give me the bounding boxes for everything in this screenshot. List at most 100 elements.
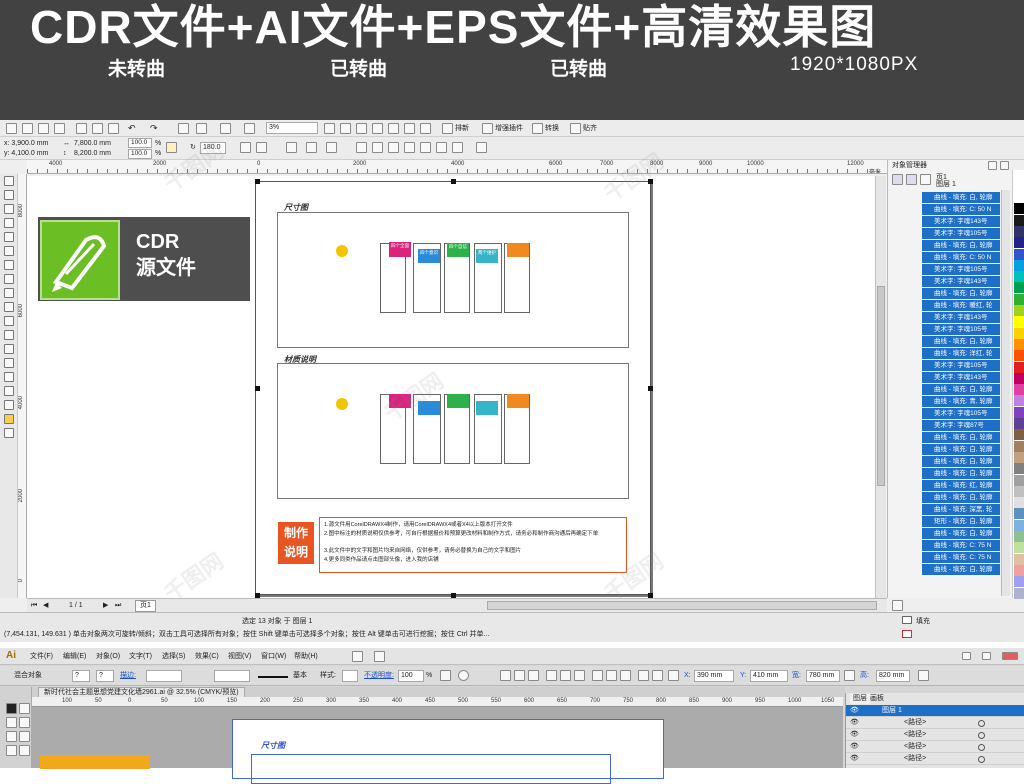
last-page-icon[interactable]: ⏭ (115, 601, 121, 611)
redo-icon[interactable]: ↷ (150, 123, 158, 133)
palette-swatch[interactable] (1014, 327, 1024, 339)
eyedropper-icon[interactable] (4, 386, 14, 396)
select-similar-icon[interactable] (458, 670, 469, 681)
pick-tool-icon[interactable] (4, 176, 14, 186)
align-top-icon[interactable] (546, 670, 557, 681)
mirror-v-icon[interactable] (256, 142, 267, 153)
intersect-icon[interactable] (388, 142, 399, 153)
next-page-icon[interactable]: ▶ (103, 601, 108, 611)
mirror-h-icon[interactable] (240, 142, 251, 153)
ai-menu-item[interactable]: 效果(C) (195, 652, 219, 662)
layer-name[interactable]: 图层 1 (882, 705, 902, 717)
object-manager-scrollbar[interactable] (1001, 190, 1010, 596)
object-row[interactable]: ✎曲线 - 填充: 白, 轮廓 (922, 444, 1000, 455)
ai-menu-item[interactable]: 帮助(H) (294, 652, 318, 662)
object-row[interactable]: ✎曲线 - 填充: 白, 轮廓 (922, 468, 1000, 479)
palette-swatch[interactable] (1014, 474, 1024, 486)
palette-swatch[interactable] (1014, 406, 1024, 418)
selection-tool-icon[interactable] (6, 703, 17, 714)
cut-icon[interactable] (76, 123, 87, 134)
transform-icon[interactable] (918, 670, 929, 681)
object-row[interactable]: ✎曲线 - 填充: C: 75 N (922, 540, 1000, 551)
distribute-left-icon[interactable] (638, 670, 649, 681)
zoom-tool-icon[interactable] (4, 218, 14, 228)
ai-menu-item[interactable]: 视图(V) (228, 652, 251, 662)
palette-swatch[interactable] (1014, 576, 1024, 588)
width-field[interactable]: 780 mm (806, 670, 840, 682)
layer-row-1[interactable]: 👁 图层 1 (846, 705, 1024, 717)
ai-menu-item[interactable]: 文件(F) (30, 652, 53, 662)
palette-swatch[interactable] (1014, 225, 1024, 237)
paste-icon[interactable] (108, 123, 119, 134)
align-right-icon[interactable] (528, 670, 539, 681)
object-row[interactable]: ✎曲线 - 填充: 红, 轮廓 (922, 480, 1000, 491)
convert-icon[interactable] (532, 123, 543, 134)
ai-artboard[interactable]: 尺寸图 (232, 719, 664, 784)
object-row[interactable]: A美术字: 字魂105号 (922, 360, 1000, 371)
path-row[interactable]: 👁 <路径> (846, 729, 1024, 741)
object-row[interactable]: A美术字: 字魂143号 (922, 312, 1000, 323)
palette-swatch[interactable] (1014, 293, 1024, 305)
graphic-style-select[interactable] (342, 670, 358, 682)
minimize-icon[interactable] (962, 652, 971, 660)
object-row[interactable]: A美术字: 字魂87号 (922, 420, 1000, 431)
copy-icon[interactable] (92, 123, 103, 134)
object-row[interactable]: ✎曲线 - 填充: 青, 轮廓 (922, 396, 1000, 407)
width-value[interactable]: 7,800.0 mm (74, 139, 111, 149)
palette-swatch[interactable] (1014, 451, 1024, 463)
rectangle-tool-icon[interactable] (4, 260, 14, 270)
ellipse-tool-icon[interactable] (4, 274, 14, 284)
palette-swatch[interactable] (1014, 542, 1024, 554)
zoom-width-icon[interactable] (404, 123, 415, 134)
layers-tab[interactable]: 图层 (850, 694, 870, 704)
undo-icon[interactable]: ↶ (128, 123, 136, 133)
palette-swatch[interactable] (1014, 248, 1024, 260)
height-value[interactable]: 8,200.0 mm (74, 149, 111, 159)
object-row[interactable]: ✎曲线 - 填充: 白, 轮廓 (922, 432, 1000, 443)
palette-swatch[interactable] (1014, 203, 1024, 215)
fill-tool-icon[interactable] (4, 414, 14, 424)
object-row[interactable]: ✎曲线 - 填充: 白, 轮廓 (922, 192, 1000, 203)
panel-close-icon[interactable] (1000, 161, 1009, 170)
constrain-proportions-icon[interactable] (844, 670, 855, 681)
cdr-horizontal-scrollbar[interactable] (487, 601, 877, 610)
object-row[interactable]: A美术字: 字魂105号 (922, 324, 1000, 335)
direct-selection-icon[interactable] (19, 703, 30, 714)
object-row[interactable]: ✎曲线 - 填充: 洋红, 轮 (922, 348, 1000, 359)
palette-swatch[interactable] (1014, 429, 1024, 441)
opacity-link[interactable]: 不透明度: (364, 671, 394, 681)
trim-icon[interactable] (372, 142, 383, 153)
palette-swatch[interactable] (1014, 282, 1024, 294)
align-center-icon[interactable] (514, 670, 525, 681)
maximize-icon[interactable] (982, 652, 991, 660)
front-minus-back-icon[interactable] (420, 142, 431, 153)
freehand-tool-icon[interactable] (4, 232, 14, 242)
object-row[interactable]: ✎曲线 - 填充: 暖红, 轮 (922, 300, 1000, 311)
variable-width-select[interactable] (214, 670, 250, 682)
reference-point-icon[interactable] (668, 670, 679, 681)
show-properties-icon[interactable] (892, 174, 903, 185)
blend-tool-icon[interactable] (4, 372, 14, 382)
eye-icon[interactable]: 👁 (850, 729, 859, 741)
palette-swatch[interactable] (1014, 553, 1024, 565)
palette-swatch[interactable] (1014, 271, 1024, 283)
x-field[interactable]: 390 mm (694, 670, 734, 682)
ai-selected-frame[interactable] (251, 754, 611, 784)
palette-swatch[interactable] (1014, 350, 1024, 362)
palette-swatch[interactable] (1014, 237, 1024, 249)
align-left-icon[interactable] (500, 670, 511, 681)
cdr-page[interactable]: 尺寸图 新时代 中国特色 社会主义思想 四个全面 四个意识 四个自信 两个维护 … (255, 181, 651, 595)
path-row[interactable]: 👁 <路径> (846, 753, 1024, 765)
close-window-icon[interactable] (1002, 652, 1018, 660)
ai-menu-item[interactable]: 选择(S) (162, 652, 185, 662)
ai-menu-item[interactable]: 对象(O) (96, 652, 120, 662)
panel-menu-icon[interactable] (988, 161, 997, 170)
arrange-documents-icon[interactable] (374, 651, 385, 662)
selection-handle[interactable] (648, 179, 653, 184)
layer-manager-icon[interactable] (920, 174, 931, 185)
object-row[interactable]: ✎曲线 - 填充: 白, 轮廓 (922, 456, 1000, 467)
text-tool-icon[interactable] (4, 316, 14, 326)
magic-wand-icon[interactable] (6, 717, 17, 728)
palette-swatch[interactable] (1014, 440, 1024, 452)
print-icon[interactable] (54, 123, 65, 134)
